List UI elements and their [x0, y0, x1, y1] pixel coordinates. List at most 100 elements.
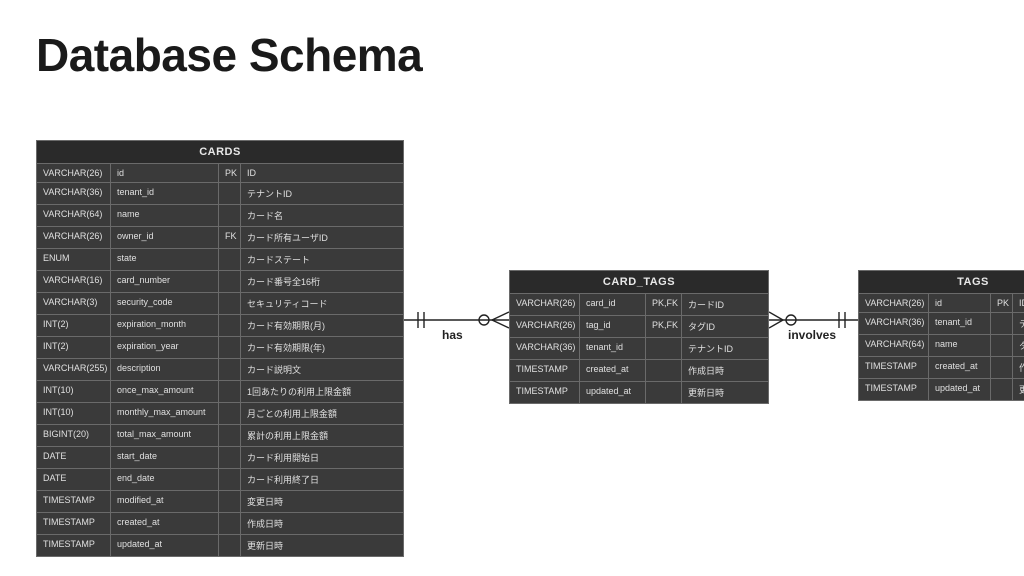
table-row: VARCHAR(26)idPKID — [859, 293, 1024, 312]
column-key — [219, 293, 241, 314]
table-row: INT(2)expiration_monthカード有効期限(月) — [37, 314, 403, 336]
column-type: DATE — [37, 469, 111, 490]
column-desc: カード説明文 — [241, 359, 403, 380]
column-key — [991, 379, 1013, 400]
column-desc: テナントID — [1013, 313, 1024, 334]
table-cards-body: VARCHAR(26)idPKIDVARCHAR(36)tenant_idテナン… — [37, 163, 403, 556]
column-name: modified_at — [111, 491, 219, 512]
table-tags-header: TAGS — [859, 271, 1024, 293]
column-name: id — [111, 164, 219, 182]
column-desc: セキュリティコード — [241, 293, 403, 314]
column-name: id — [929, 294, 991, 312]
column-key — [219, 403, 241, 424]
column-name: monthly_max_amount — [111, 403, 219, 424]
column-desc: カード有効期限(月) — [241, 315, 403, 336]
column-type: TIMESTAMP — [859, 379, 929, 400]
table-row: VARCHAR(255)descriptionカード説明文 — [37, 358, 403, 380]
column-desc: カード利用終了日 — [241, 469, 403, 490]
table-row: VARCHAR(64)nameタグ名 — [859, 334, 1024, 356]
column-type: VARCHAR(3) — [37, 293, 111, 314]
column-desc: 月ごとの利用上限金額 — [241, 403, 403, 424]
column-name: created_at — [111, 513, 219, 534]
column-name: security_code — [111, 293, 219, 314]
table-row: INT(2)expiration_yearカード有効期限(年) — [37, 336, 403, 358]
column-type: TIMESTAMP — [859, 357, 929, 378]
table-row: TIMESTAMPcreated_at作成日時 — [37, 512, 403, 534]
table-row: TIMESTAMPcreated_at 作成日時 — [859, 356, 1024, 378]
column-desc: カード所有ユーザID — [241, 227, 403, 248]
column-type: TIMESTAMP — [37, 491, 111, 512]
table-row: VARCHAR(3)security_code セキュリティコード — [37, 292, 403, 314]
column-name: created_at — [580, 360, 646, 381]
table-row: VARCHAR(26)owner_idFKカード所有ユーザID — [37, 226, 403, 248]
column-name: updated_at — [929, 379, 991, 400]
column-name: once_max_amount — [111, 381, 219, 402]
column-desc: 作成日時 — [1013, 357, 1024, 378]
column-desc: カードID — [682, 294, 768, 315]
column-desc: ID — [1013, 294, 1024, 312]
column-desc: カード名 — [241, 205, 403, 226]
column-name: updated_at — [580, 382, 646, 403]
column-name: created_at — [929, 357, 991, 378]
column-desc: 更新日時 — [241, 535, 403, 556]
column-name: card_number — [111, 271, 219, 292]
column-desc: 作成日時 — [241, 513, 403, 534]
column-key — [219, 425, 241, 446]
table-row: VARCHAR(26)idPKID — [37, 163, 403, 182]
table-row: ENUMstateカードステート — [37, 248, 403, 270]
column-name: name — [111, 205, 219, 226]
column-desc: カードステート — [241, 249, 403, 270]
column-key: PK — [991, 294, 1013, 312]
column-name: description — [111, 359, 219, 380]
table-tags: TAGS VARCHAR(26)idPKIDVARCHAR(36)tenant_… — [858, 270, 1024, 401]
column-desc: カード番号全16桁 — [241, 271, 403, 292]
column-name: total_max_amount — [111, 425, 219, 446]
table-row: DATEstart_date カード利用開始日 — [37, 446, 403, 468]
table-row: VARCHAR(36)tenant_idテナントID — [859, 312, 1024, 334]
column-key: PK,FK — [646, 316, 682, 337]
relation-involves-label: involves — [788, 328, 836, 342]
column-type: TIMESTAMP — [510, 382, 580, 403]
column-type: TIMESTAMP — [510, 360, 580, 381]
column-name: owner_id — [111, 227, 219, 248]
column-type: BIGINT(20) — [37, 425, 111, 446]
column-type: VARCHAR(64) — [859, 335, 929, 356]
table-row: VARCHAR(26)tag_idPK,FKタグID — [510, 315, 768, 337]
column-desc: 作成日時 — [682, 360, 768, 381]
column-type: INT(2) — [37, 315, 111, 336]
table-row: VARCHAR(26)card_idPK,FKカードID — [510, 293, 768, 315]
column-type: VARCHAR(36) — [37, 183, 111, 204]
table-row: INT(10)once_max_amount1回あたりの利用上限金額 — [37, 380, 403, 402]
column-name: updated_at — [111, 535, 219, 556]
column-desc: タグID — [682, 316, 768, 337]
table-row: VARCHAR(64)nameカード名 — [37, 204, 403, 226]
column-name: tenant_id — [580, 338, 646, 359]
table-row: INT(10)monthly_max_amount月ごとの利用上限金額 — [37, 402, 403, 424]
column-key — [219, 535, 241, 556]
column-type: VARCHAR(36) — [859, 313, 929, 334]
table-row: DATEend_date カード利用終了日 — [37, 468, 403, 490]
column-key — [219, 205, 241, 226]
table-row: TIMESTAMPupdated_at更新日時 — [859, 378, 1024, 400]
column-type: VARCHAR(16) — [37, 271, 111, 292]
column-type: VARCHAR(36) — [510, 338, 580, 359]
column-type: VARCHAR(26) — [37, 164, 111, 182]
column-name: end_date — [111, 469, 219, 490]
column-type: INT(10) — [37, 381, 111, 402]
column-desc: ID — [241, 164, 403, 182]
table-row: VARCHAR(36)tenant_idテナントID — [37, 182, 403, 204]
column-type: VARCHAR(26) — [859, 294, 929, 312]
table-row: TIMESTAMPcreated_at 作成日時 — [510, 359, 768, 381]
column-type: DATE — [37, 447, 111, 468]
column-desc: テナントID — [241, 183, 403, 204]
column-type: VARCHAR(26) — [510, 316, 580, 337]
table-row: BIGINT(20)total_max_amount累計の利用上限金額 — [37, 424, 403, 446]
column-name: start_date — [111, 447, 219, 468]
column-desc: カード利用開始日 — [241, 447, 403, 468]
column-key: PK — [219, 164, 241, 182]
column-key — [646, 338, 682, 359]
column-type: VARCHAR(26) — [37, 227, 111, 248]
table-row: TIMESTAMPupdated_at更新日時 — [510, 381, 768, 403]
column-key — [219, 249, 241, 270]
column-key: FK — [219, 227, 241, 248]
